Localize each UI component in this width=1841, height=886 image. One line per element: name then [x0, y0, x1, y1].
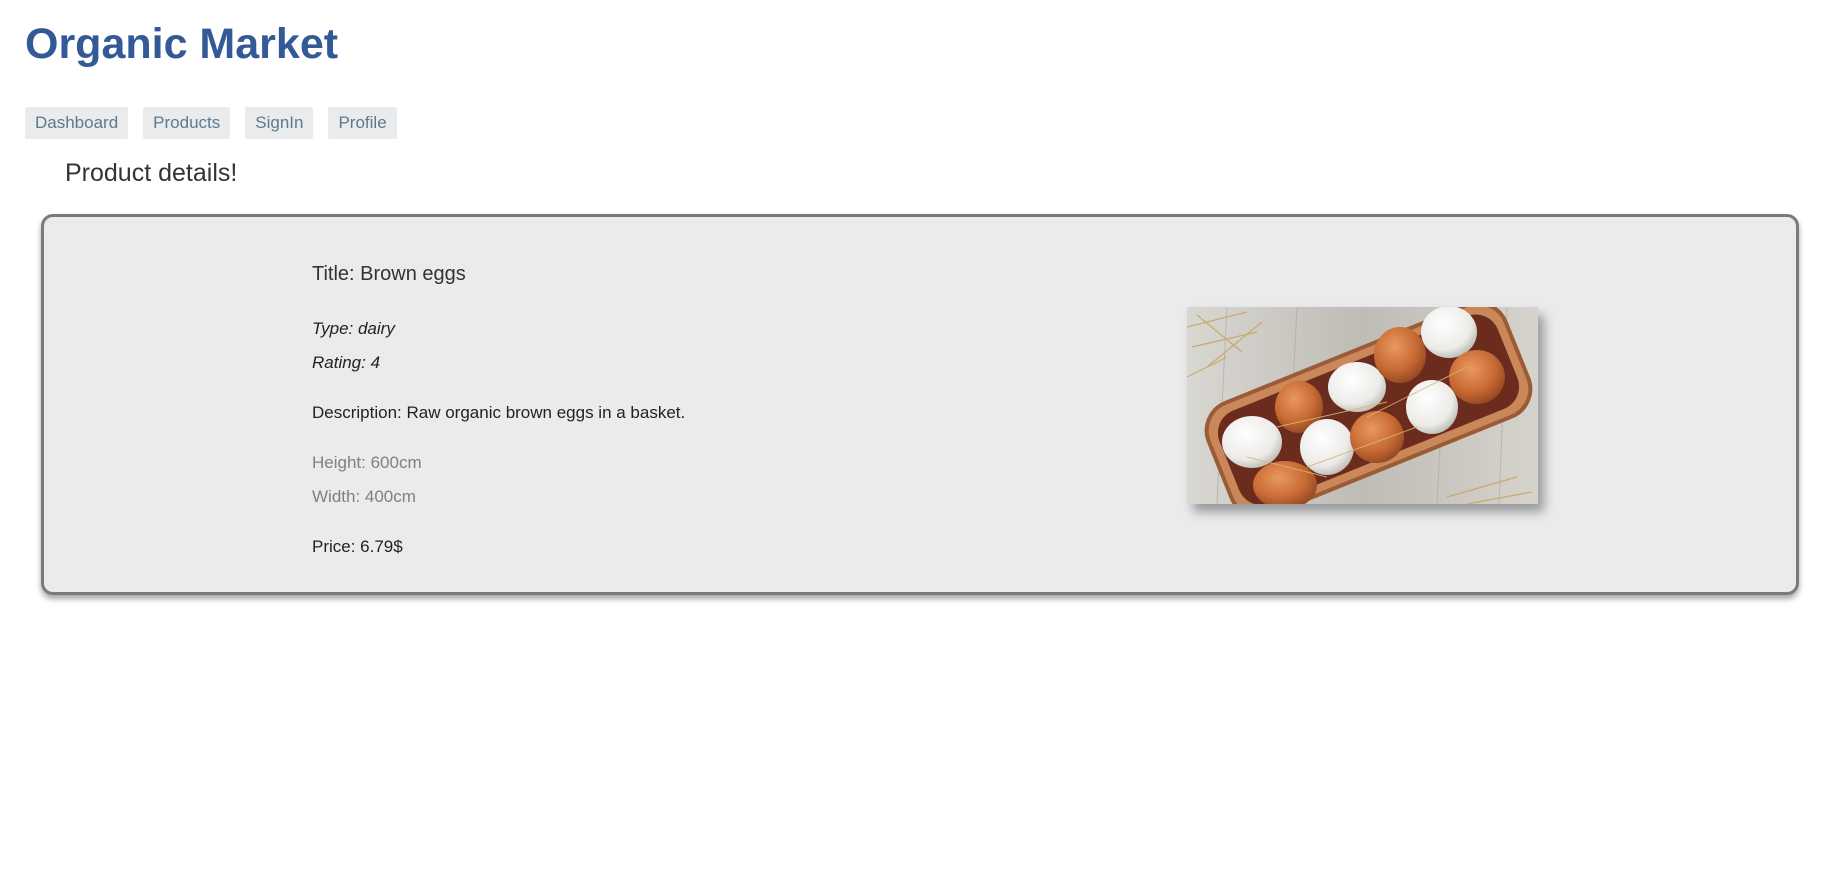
product-rating: Rating: 4: [312, 353, 381, 372]
page-heading: Product details!: [65, 159, 238, 187]
product-description: Description: Raw organic brown eggs in a…: [312, 403, 686, 422]
product-image: [1187, 307, 1538, 504]
product-height: Height: 600cm: [312, 453, 422, 472]
nav-profile-link[interactable]: Profile: [328, 107, 397, 139]
product-title: Title: Brown eggs: [312, 263, 466, 285]
product-price: Price: 6.79$: [312, 537, 403, 556]
product-card: Title: Brown eggs Type: dairy Rating: 4 …: [41, 214, 1799, 595]
nav-dashboard-link[interactable]: Dashboard: [25, 107, 129, 139]
nav-products-link[interactable]: Products: [143, 107, 231, 139]
product-width: Width: 400cm: [312, 487, 416, 506]
product-type: Type: dairy: [312, 319, 395, 338]
main-nav: Dashboard Products SignIn Profile: [25, 107, 397, 139]
app-title: Organic Market: [25, 20, 339, 68]
nav-signin-link[interactable]: SignIn: [245, 107, 314, 139]
